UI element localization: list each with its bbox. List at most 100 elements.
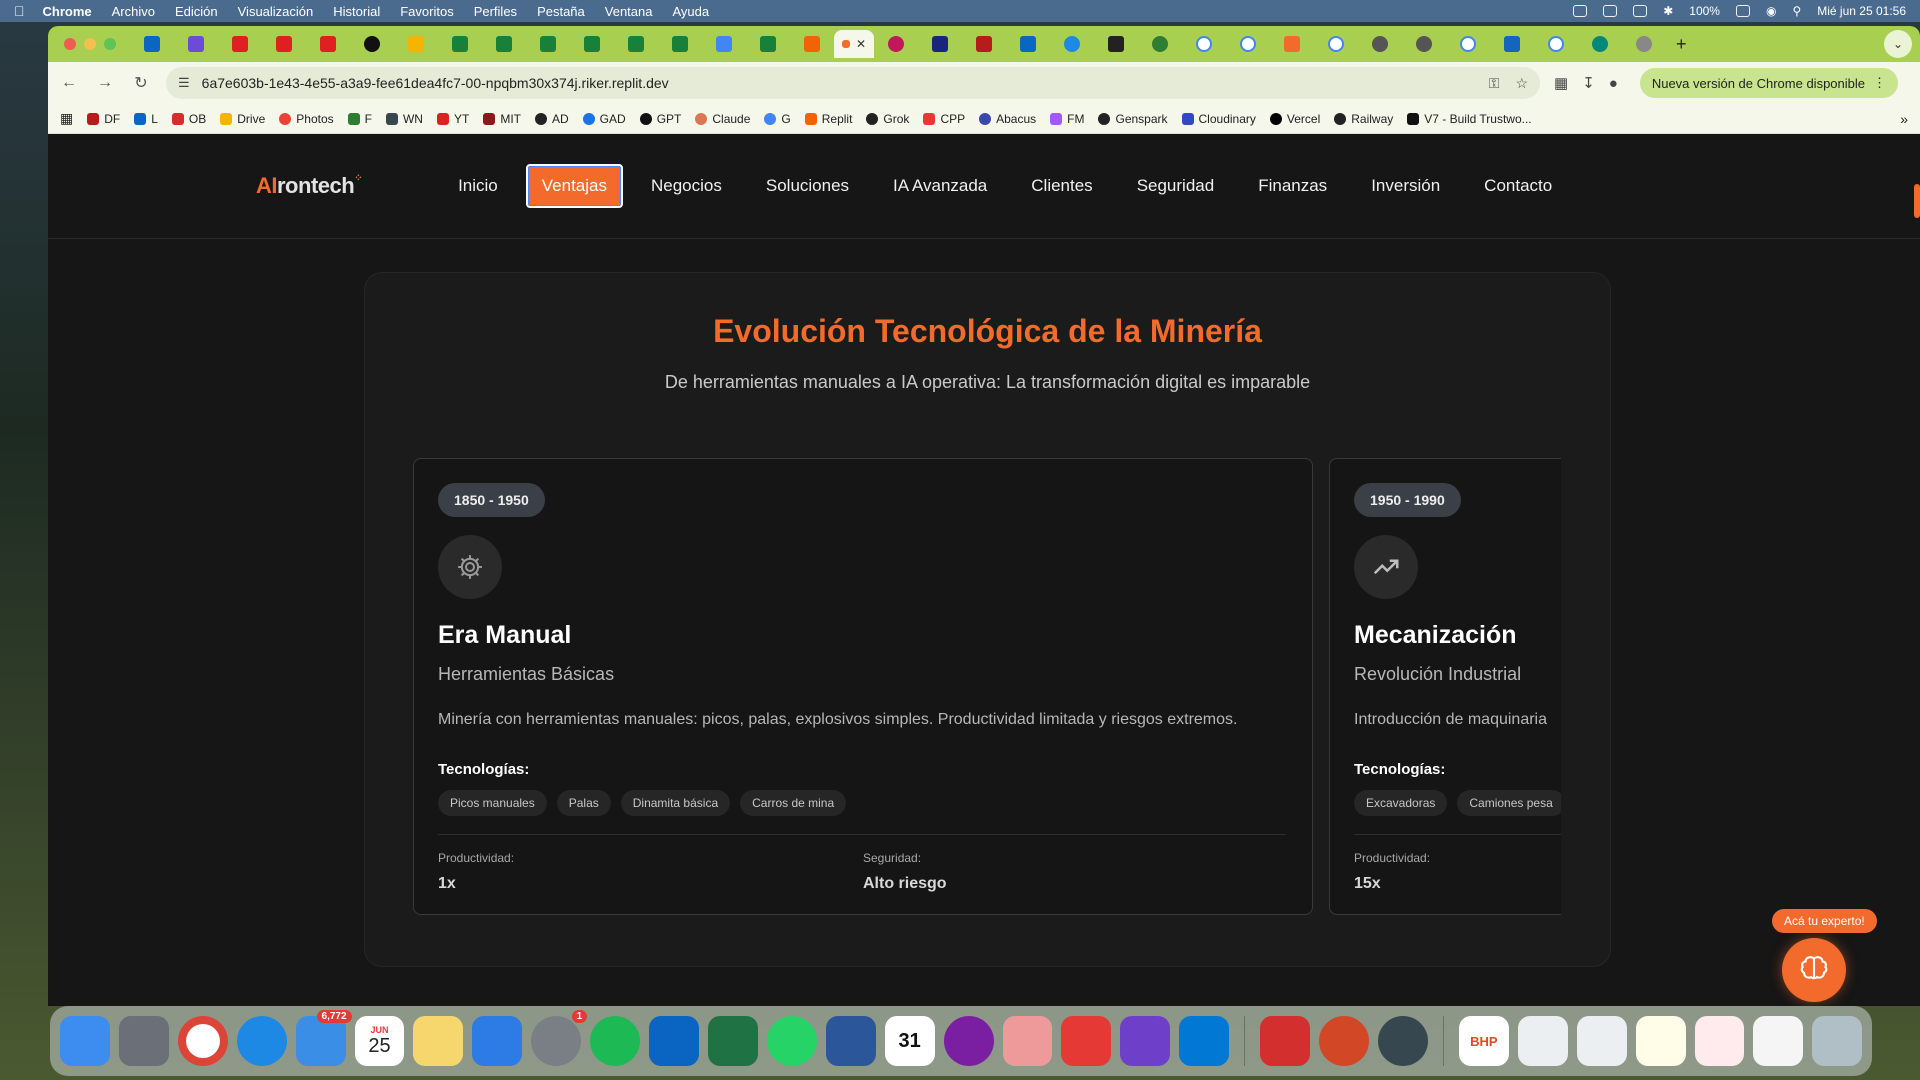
tab-search-chevron-icon[interactable]: ⌄	[1884, 30, 1912, 58]
bookmark-replit[interactable]: Replit	[804, 112, 852, 126]
apps-grid-icon[interactable]: ▦	[60, 110, 73, 127]
screen-icon[interactable]	[1573, 5, 1588, 17]
bookmark-ob[interactable]: OB	[171, 112, 206, 126]
bookmark-wn[interactable]: WN	[385, 112, 423, 126]
nav-clientes[interactable]: Clientes	[1015, 164, 1108, 208]
nav-inicio[interactable]: Inicio	[442, 164, 514, 208]
tab-download[interactable]	[1578, 30, 1622, 58]
battery-icon[interactable]	[1735, 5, 1750, 17]
nav-ia-avanzada[interactable]: IA Avanzada	[877, 164, 1003, 208]
tab-sheets-3[interactable]	[526, 30, 570, 58]
safari-icon[interactable]	[236, 1016, 287, 1066]
url-text[interactable]: 6a7e603b-1e43-4e55-a3a9-fee61dea4fc7-00-…	[202, 75, 1473, 91]
minimize-window-button[interactable]	[84, 38, 96, 50]
nav-seguridad[interactable]: Seguridad	[1121, 164, 1231, 208]
bluetooth-icon[interactable]: ✱	[1663, 4, 1673, 18]
bookmark-l[interactable]: L	[134, 112, 158, 126]
quicktime-icon[interactable]	[1377, 1016, 1428, 1066]
menu-favoritos[interactable]: Favoritos	[400, 4, 453, 19]
tab-sheets-4[interactable]	[570, 30, 614, 58]
trash-icon[interactable]	[1812, 1016, 1863, 1066]
menu-edicion[interactable]: Edición	[175, 4, 218, 19]
document-thumbnail-icon[interactable]	[1753, 1016, 1804, 1066]
bookmark-cloudinary[interactable]: Cloudinary	[1181, 112, 1256, 126]
tab-target[interactable]	[1050, 30, 1094, 58]
bookmark-g[interactable]: G	[764, 112, 791, 126]
bookmark-drive[interactable]: Drive	[220, 112, 265, 126]
whatsapp-icon[interactable]	[766, 1016, 817, 1066]
airplay-icon[interactable]	[1603, 5, 1618, 17]
bookmark-claude[interactable]: Claude	[695, 112, 750, 126]
spotlight-icon[interactable]: ⚲	[1792, 4, 1801, 18]
menu-app-name[interactable]: Chrome	[43, 4, 92, 19]
tab-linkedin[interactable]	[130, 30, 174, 58]
bookmark-fm[interactable]: FM	[1050, 112, 1084, 126]
bookmark-yt[interactable]: YT	[436, 112, 469, 126]
chrome-update-button[interactable]: Nueva versión de Chrome disponible ⋮	[1639, 68, 1899, 98]
downloads-icon[interactable]: ↧	[1582, 74, 1595, 92]
bookmark-photos[interactable]: Photos	[279, 112, 334, 126]
menu-ventana[interactable]: Ventana	[605, 4, 653, 19]
menu-visualizacion[interactable]: Visualización	[238, 4, 314, 19]
new-tab-button[interactable]: +	[1676, 34, 1687, 55]
circle-app-icon[interactable]	[943, 1016, 994, 1066]
back-icon[interactable]: ←	[58, 74, 80, 92]
tab-linkedin-2[interactable]	[1006, 30, 1050, 58]
powerpoint-icon[interactable]	[1319, 1016, 1369, 1066]
launchpad-icon[interactable]	[118, 1016, 169, 1066]
document-thumbnail-icon[interactable]	[1576, 1016, 1627, 1066]
tab-sheets-5[interactable]	[614, 30, 658, 58]
spotify-icon[interactable]	[590, 1016, 641, 1066]
vscode-icon[interactable]	[1179, 1016, 1230, 1066]
menu-pestana[interactable]: Pestaña	[537, 4, 585, 19]
extensions-icon[interactable]: ▦	[1554, 74, 1568, 92]
close-window-button[interactable]	[64, 38, 76, 50]
menu-historial[interactable]: Historial	[333, 4, 380, 19]
tab-web-2[interactable]	[1402, 30, 1446, 58]
document-thumbnail-icon[interactable]	[1635, 1016, 1686, 1066]
bookmark-vercel[interactable]: Vercel	[1269, 112, 1320, 126]
headphones-icon[interactable]	[1633, 5, 1648, 17]
word-icon[interactable]	[825, 1016, 876, 1066]
bookmark-mit[interactable]: MIT	[483, 112, 521, 126]
bookmark-v7[interactable]: V7 - Build Trustwo...	[1407, 112, 1532, 126]
tab-google-2[interactable]	[1226, 30, 1270, 58]
tab-sheets-7[interactable]	[746, 30, 790, 58]
bookmark-star-icon[interactable]: ☆	[1515, 75, 1528, 92]
tab-google-3[interactable]	[1314, 30, 1358, 58]
tab-sheets-2[interactable]	[482, 30, 526, 58]
menu-archivo[interactable]: Archivo	[112, 4, 155, 19]
tab-bhp[interactable]	[1270, 30, 1314, 58]
tab-cloud[interactable]	[1622, 30, 1666, 58]
tab-youtube-2[interactable]	[262, 30, 306, 58]
tab-drive[interactable]	[394, 30, 438, 58]
bookmarks-overflow-icon[interactable]: »	[1900, 111, 1908, 127]
forward-icon[interactable]: →	[94, 74, 116, 92]
key-icon[interactable]: ⚿	[1489, 75, 1500, 92]
era-card[interactable]: 1950 - 1990 Mecanización Revolución Indu…	[1329, 458, 1561, 915]
bookmark-railway[interactable]: Railway	[1334, 112, 1393, 126]
timeline-carousel[interactable]: 1850 - 1950 Era Manual Herramientas Bási…	[413, 458, 1561, 915]
mail-icon[interactable]: 6,772	[295, 1010, 352, 1066]
grid-app-icon[interactable]	[1061, 1016, 1112, 1066]
tab-youtube-3[interactable]	[306, 30, 350, 58]
tab-video[interactable]	[174, 30, 218, 58]
bookmark-genspark[interactable]: Genspark	[1098, 112, 1168, 126]
tab-web-1[interactable]	[1358, 30, 1402, 58]
nav-inversion[interactable]: Inversión	[1355, 164, 1456, 208]
tab-replit[interactable]	[790, 30, 834, 58]
bookmark-gpt[interactable]: GPT	[639, 112, 681, 126]
tab-gif[interactable]	[1490, 30, 1534, 58]
calendar-icon[interactable]: JUN 25	[354, 1016, 405, 1066]
tab-active[interactable]: ✕	[834, 30, 874, 58]
nav-ventajas[interactable]: Ventajas	[525, 164, 623, 208]
tab-df[interactable]	[962, 30, 1006, 58]
github-icon[interactable]	[1120, 1016, 1171, 1066]
wifi-icon[interactable]: ◉	[1766, 4, 1776, 18]
tab-youtube-1[interactable]	[218, 30, 262, 58]
tab-bold[interactable]	[1094, 30, 1138, 58]
finder-icon[interactable]	[60, 1016, 110, 1066]
bookmark-f[interactable]: F	[347, 112, 372, 126]
tab-google-1[interactable]	[1182, 30, 1226, 58]
tab-sheets-1[interactable]	[438, 30, 482, 58]
